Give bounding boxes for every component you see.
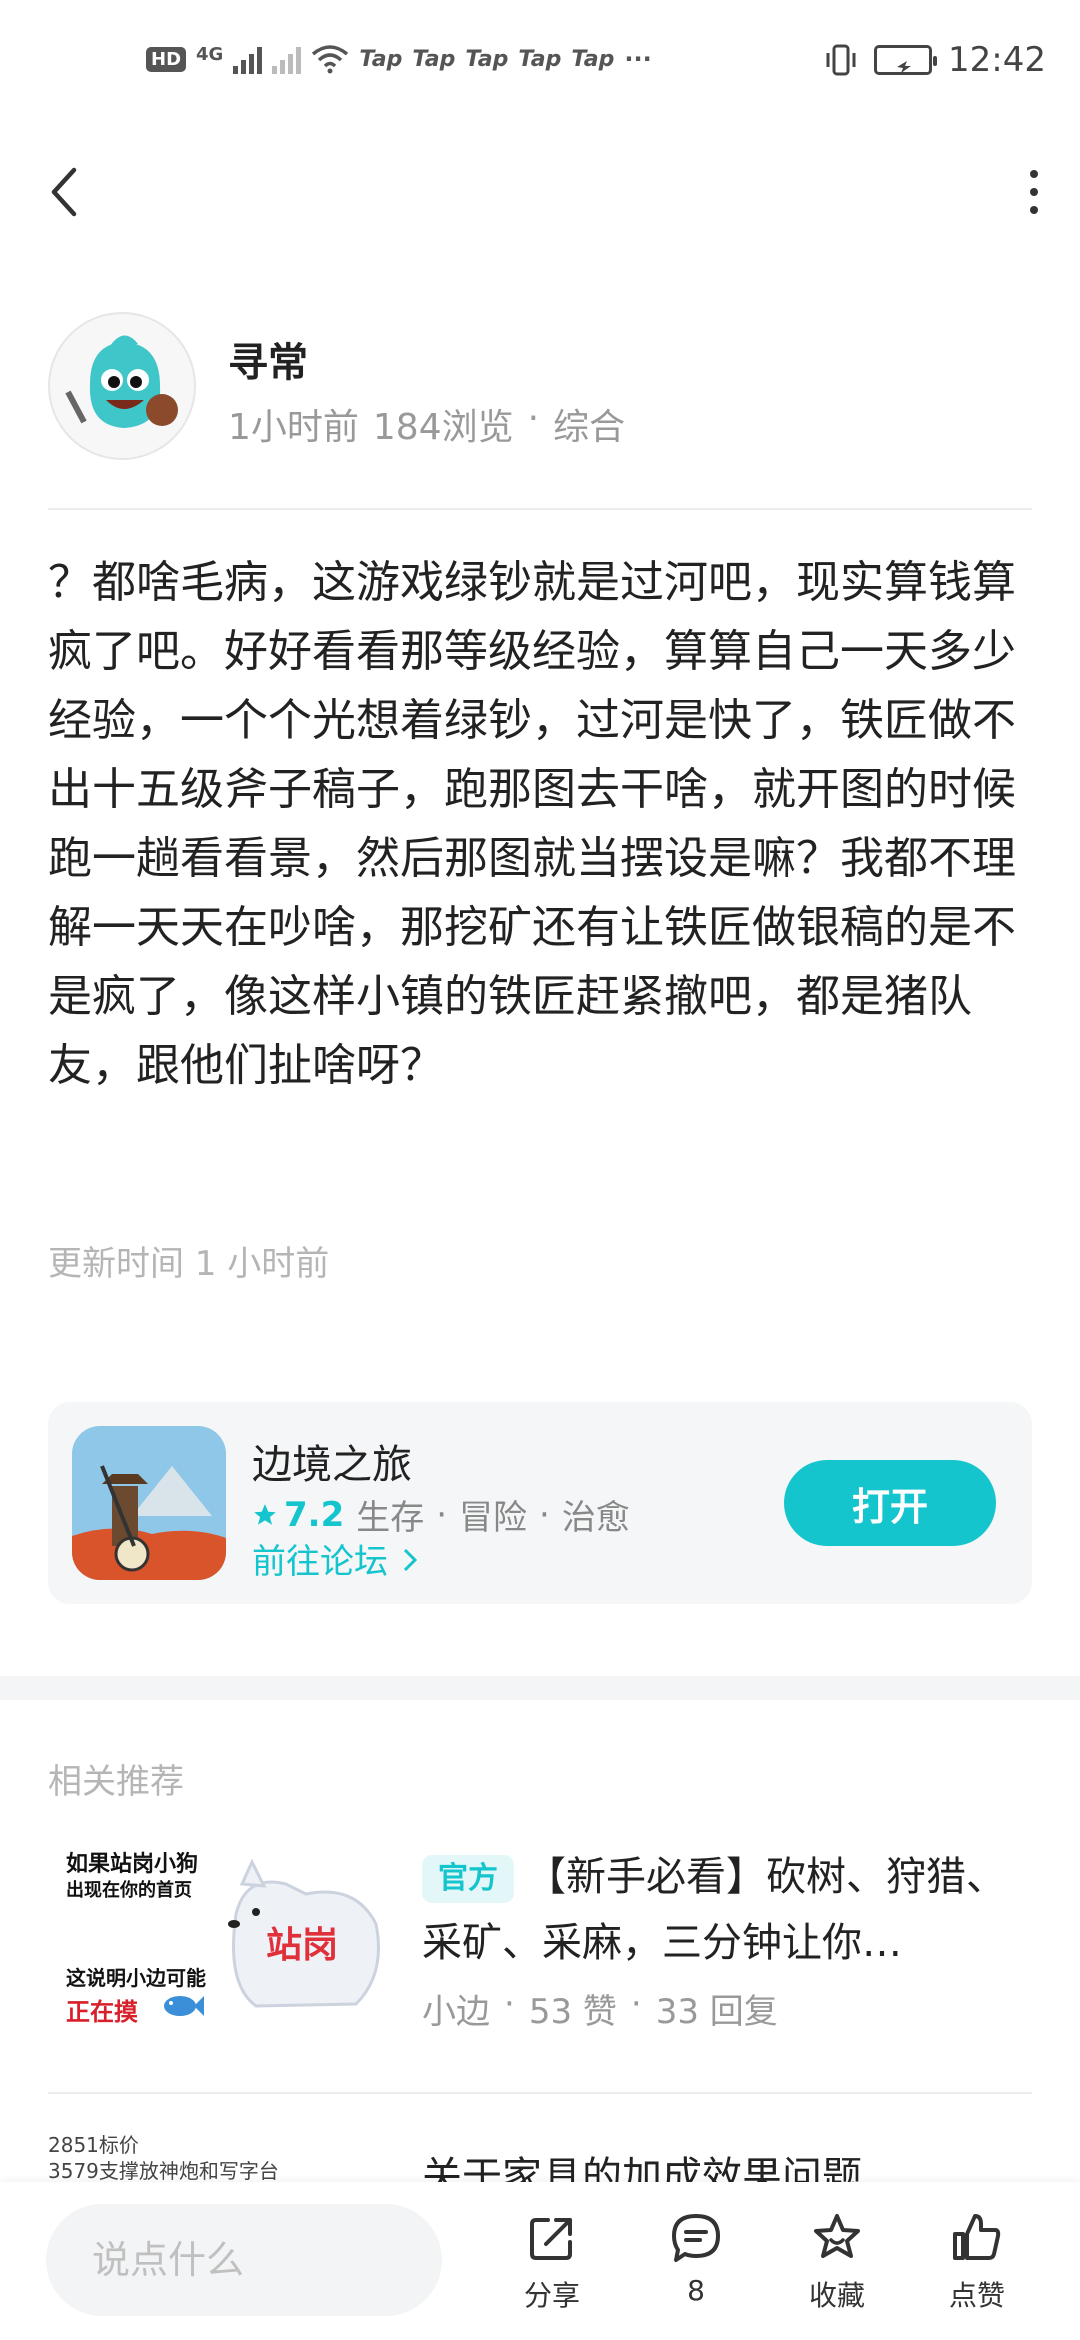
game-icon <box>72 1426 226 1580</box>
like-button[interactable]: 点赞 <box>922 2210 1032 2314</box>
tap-notification: Tap <box>359 46 403 72</box>
view-count: 184浏览 <box>372 407 514 448</box>
share-button[interactable]: 分享 <box>497 2210 607 2314</box>
bottom-action-bar: 分享 8 收藏 点赞 <box>0 2182 1080 2340</box>
separator: · <box>630 1984 642 2024</box>
dot-icon <box>1030 170 1038 178</box>
signal-2-icon <box>272 44 302 74</box>
separator: · <box>527 398 540 439</box>
open-game-button[interactable]: 打开 <box>784 1460 996 1546</box>
author-name[interactable]: 寻常 <box>228 330 308 388</box>
comment-button[interactable]: 8 <box>641 2210 751 2307</box>
divider <box>48 508 1032 510</box>
star-icon <box>814 2214 860 2258</box>
dot-icon <box>1030 206 1038 214</box>
clock: 12:42 <box>948 40 1046 80</box>
section-gap <box>0 1676 1080 1700</box>
post-body: ？都啥毛病，这游戏绿钞就是过河吧，现实算钱算疯了吧。好好看看那等级经验，算算自己… <box>48 557 1016 1091</box>
game-tag: 治愈 <box>561 1498 630 1538</box>
comment-input[interactable] <box>46 2204 442 2316</box>
game-card[interactable]: 边境之旅 7.2 生存 · 冒险 · 治愈 前往论坛 打开 <box>48 1402 1032 1604</box>
thumb-caption: 3579支撑放神炮和写字台 <box>48 2159 279 2183</box>
related-title[interactable]: 官方 【新手必看】砍树、狩猎、采矿、采麻，三分钟让你… <box>422 1844 1032 1976</box>
comment-count: 8 <box>687 2274 705 2307</box>
related-meta: 小边 · 53 赞 · 33 回复 <box>422 1984 778 2033</box>
rating-value: 7.2 <box>284 1494 345 1535</box>
post-meta: 1小时前 184浏览 · 综合 <box>228 398 625 450</box>
game-tag: 冒险 <box>459 1498 528 1538</box>
comment-icon <box>672 2214 720 2262</box>
battery-icon <box>874 45 938 75</box>
tap-notification: Tap <box>571 46 615 72</box>
related-thumbnail[interactable]: 如果站岗小狗 出现在你的首页 这说明小边可能 正在摸 站岗 <box>48 1836 388 2036</box>
thumb-caption: 正在摸 <box>66 1998 138 2026</box>
updated-time: 更新时间 1 小时前 <box>48 1244 330 1284</box>
vibrate-icon <box>826 44 856 76</box>
game-rating: 7.2 <box>252 1495 344 1535</box>
more-options-button[interactable] <box>1024 170 1044 214</box>
more-notifications: ··· <box>624 45 652 73</box>
game-tags: 7.2 生存 · 冒险 · 治愈 <box>252 1490 630 1539</box>
share-label: 分享 <box>523 2279 580 2312</box>
forum-link-label: 前往论坛 <box>252 1542 388 1582</box>
forum-link[interactable]: 前往论坛 <box>252 1534 421 1583</box>
share-icon <box>530 2218 572 2260</box>
post-category[interactable]: 综合 <box>553 398 625 450</box>
thumbs-up-icon <box>953 2214 1001 2260</box>
favorite-label: 收藏 <box>808 2279 865 2312</box>
official-badge: 官方 <box>422 1855 514 1903</box>
related-heading: 相关推荐 <box>48 1762 184 1802</box>
hd-badge: HD <box>146 46 187 72</box>
status-bar: HD 4G Tap Tap Tap Tap Tap ··· 12:42 <box>0 0 1080 135</box>
post-time: 1小时前 <box>228 407 359 448</box>
fish-icon <box>164 1996 204 2016</box>
thumb-caption: 2851标价 <box>48 2133 139 2157</box>
separator: · <box>504 1984 515 2024</box>
tap-notification: Tap <box>518 46 562 72</box>
chevron-left-icon <box>51 167 77 217</box>
back-button[interactable] <box>44 162 84 222</box>
separator: · <box>539 1494 550 1535</box>
dot-icon <box>1030 188 1038 196</box>
related-author: 小边 <box>422 1992 490 2032</box>
reply-count: 33 回复 <box>655 1992 778 2032</box>
like-count: 53 赞 <box>528 1992 617 2032</box>
like-label: 点赞 <box>948 2279 1005 2312</box>
thumb-stamp: 站岗 <box>266 1925 339 1966</box>
game-title: 边境之旅 <box>252 1442 412 1488</box>
signal-icon <box>233 44 263 74</box>
status-left: HD 4G Tap Tap Tap Tap Tap ··· <box>146 44 652 74</box>
favorite-button[interactable]: 收藏 <box>782 2210 892 2314</box>
tap-notification: Tap <box>465 46 509 72</box>
avatar[interactable] <box>48 312 196 460</box>
chevron-right-icon <box>403 1548 417 1572</box>
thumb-caption: 如果站岗小狗 <box>66 1852 199 1877</box>
wifi-icon <box>312 45 349 74</box>
thumb-caption: 这说明小边可能 <box>66 1966 206 1990</box>
thumb-caption: 出现在你的首页 <box>66 1880 192 1901</box>
separator: · <box>436 1494 448 1535</box>
divider <box>48 2092 1032 2094</box>
game-tag: 生存 <box>356 1498 425 1538</box>
star-icon <box>254 1503 276 1525</box>
status-right: 12:42 <box>824 40 1046 80</box>
network-type: 4G <box>196 44 224 65</box>
tap-notification: Tap <box>412 46 456 72</box>
